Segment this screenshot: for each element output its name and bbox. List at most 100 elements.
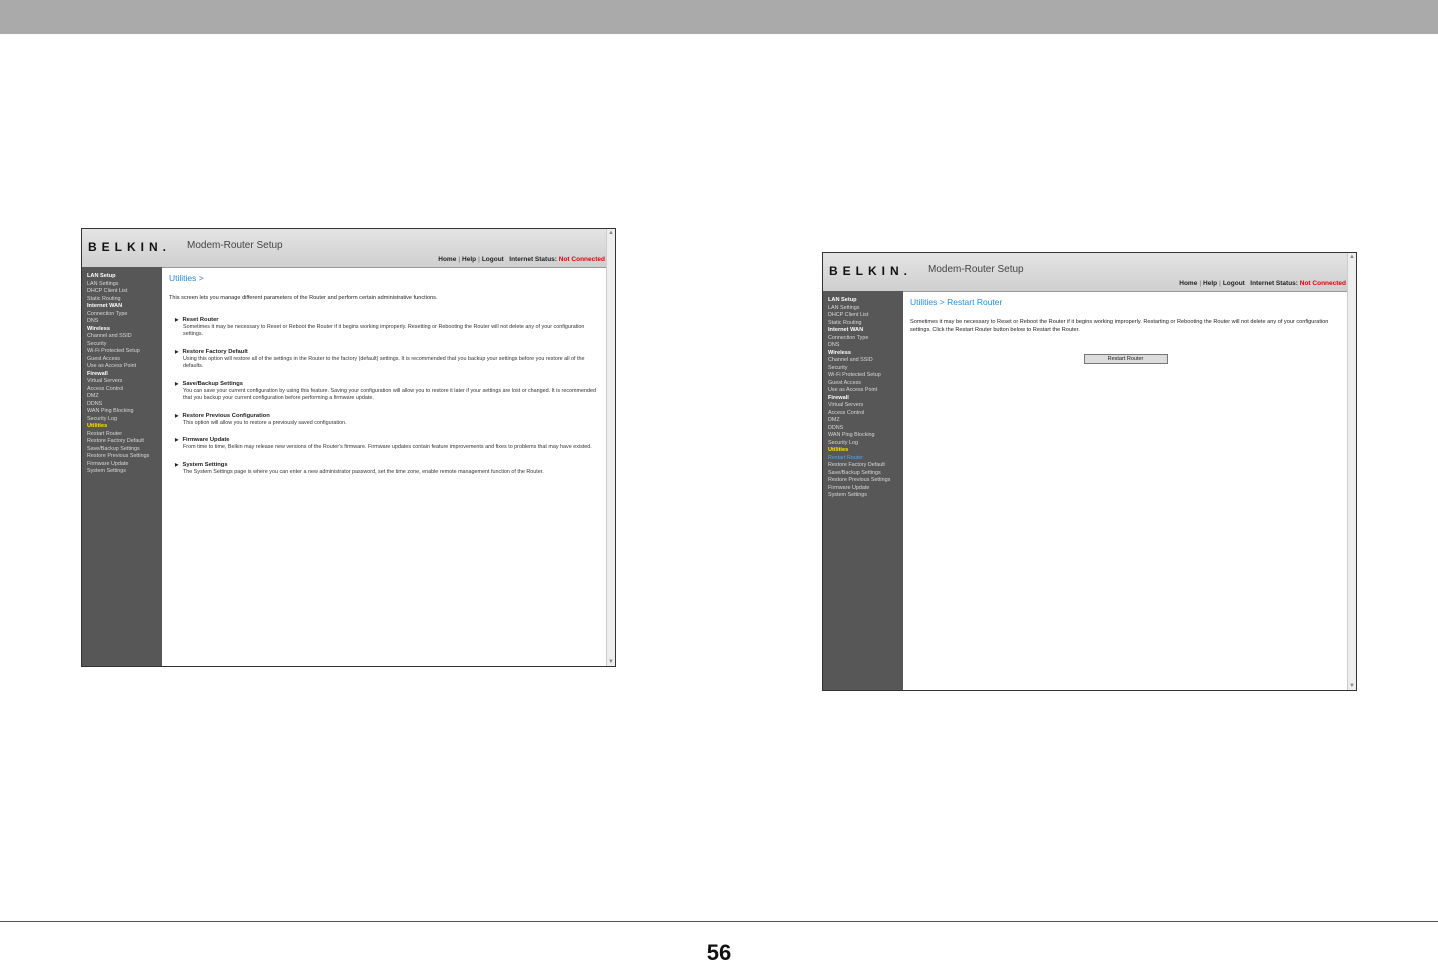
sidebar-item[interactable]: Channel and SSID — [828, 357, 903, 365]
sidebar-item[interactable]: Restore Previous Settings — [87, 453, 162, 461]
sidebar-item[interactable]: Security — [87, 341, 162, 349]
option-item: ▶ Firmware Update From time to time, Belki… — [175, 436, 600, 452]
internet-status-label: Internet Status: — [509, 256, 557, 263]
belkin-logo: BELKIN. — [88, 240, 171, 254]
main-content: Utilities > This screen lets you manage … — [162, 267, 607, 666]
help-link[interactable]: Help — [462, 256, 476, 263]
bullet-icon: ▶ — [175, 412, 179, 418]
sidebar-item[interactable]: Guest Access — [828, 380, 903, 388]
sidebar-item[interactable]: LAN Settings — [828, 305, 903, 313]
scroll-down-icon[interactable]: ▼ — [1348, 682, 1356, 690]
sidebar-item[interactable]: Restore Previous Settings — [828, 477, 903, 485]
option-description: Sometimes it may be necessary to Reset o… — [183, 323, 585, 338]
sidebar-item[interactable]: Restart Router — [828, 455, 903, 463]
sidebar-item[interactable]: WAN Ping Blocking — [828, 432, 903, 440]
sidebar-item[interactable]: Access Control — [828, 410, 903, 418]
sidebar-item[interactable]: Firmware Update — [828, 485, 903, 493]
sidebar-item[interactable]: Use as Access Point — [828, 387, 903, 395]
top-nav: Home | Help | Logout Internet Status: Not Co… — [1179, 280, 1346, 287]
sidebar-item[interactable]: Virtual Servers — [87, 378, 162, 386]
sidebar-item[interactable]: DHCP Client List — [828, 312, 903, 320]
option-title-text: Restore Factory Default — [182, 348, 248, 355]
sidebar-item[interactable]: Firmware Update — [87, 461, 162, 469]
sidebar-item[interactable]: Security Log — [828, 440, 903, 448]
scroll-up-icon[interactable]: ▲ — [1348, 253, 1356, 261]
option-title-text: Firmware Update — [182, 437, 230, 443]
internet-status-value: Not Connected — [558, 256, 605, 263]
sidebar-item[interactable]: System Settings — [87, 468, 162, 476]
option-title[interactable]: ▶ Restore Factory Default — [175, 348, 600, 356]
scroll-down-icon[interactable]: ▼ — [607, 658, 615, 666]
sidebar-item[interactable]: Save/Backup Settings — [87, 446, 162, 454]
app-title: Modem-Router Setup — [928, 264, 1024, 275]
option-description: From time to time, Belkin may release ne… — [183, 444, 592, 450]
options-list: ▶ Reset Router Sometimes it may be necessa… — [169, 316, 600, 477]
option-title[interactable]: ▶ System Settings — [175, 461, 600, 469]
sidebar-section: Internet WAN — [87, 303, 123, 309]
bullet-icon: ▶ — [175, 437, 179, 442]
sidebar-item[interactable]: Static Routing — [828, 320, 903, 328]
logout-link[interactable]: Logout — [1223, 280, 1245, 287]
scroll-up-icon[interactable]: ▲ — [607, 229, 615, 237]
option-description: You can save your current configuration … — [183, 387, 596, 402]
sidebar-item[interactable]: LAN Settings — [87, 281, 162, 289]
help-link[interactable]: Help — [1203, 280, 1217, 287]
sidebar-item[interactable]: DDNS — [87, 401, 162, 409]
sidebar-section: LAN Setup — [828, 297, 857, 303]
internet-status-value: Not Connected — [1299, 280, 1346, 287]
internet-status-label: Internet Status: — [1250, 280, 1298, 287]
logout-link[interactable]: Logout — [482, 256, 504, 263]
sidebar-item[interactable]: DNS — [828, 342, 903, 350]
sidebar-item[interactable]: Security — [828, 365, 903, 373]
sidebar-section: Wireless — [828, 349, 851, 356]
option-item: ▶ Save/Backup Settings You can save your c… — [175, 380, 600, 403]
sidebar-item[interactable]: DHCP Client List — [87, 288, 162, 296]
restart-router-button[interactable]: Restart Router — [1083, 354, 1168, 364]
option-title[interactable]: ▶ Firmware Update — [175, 436, 600, 444]
router-header: BELKIN. Modem-Router Setup Home | Help | Log… — [823, 253, 1356, 292]
scrollbar[interactable]: ▲ ▼ — [606, 229, 615, 666]
bullet-icon: ▶ — [175, 461, 179, 467]
sidebar-item[interactable]: DDNS — [828, 425, 903, 433]
main-content: Utilities > Restart Router Sometimes it … — [903, 291, 1348, 690]
scrollbar[interactable]: ▲ ▼ — [1347, 253, 1356, 690]
sidebar-item[interactable]: Virtual Servers — [828, 402, 903, 410]
intro-text: Sometimes it may be necessary to Reset o… — [910, 319, 1329, 333]
option-title[interactable]: ▶ Save/Backup Settings — [175, 380, 600, 388]
sidebar-item[interactable]: Guest Access — [87, 356, 162, 364]
sidebar-item[interactable]: Use as Access Point — [87, 363, 162, 371]
home-link[interactable]: Home — [438, 256, 456, 263]
sidebar-item[interactable]: Wi-Fi Protected Setup — [828, 372, 903, 380]
sidebar-item[interactable]: Security Log — [87, 416, 162, 424]
home-link[interactable]: Home — [1179, 280, 1197, 287]
sidebar-item[interactable]: Connection Type — [828, 335, 903, 343]
option-description: This option will allow you to restore a … — [183, 419, 347, 426]
option-title-text: System Settings — [182, 461, 228, 468]
sidebar-item[interactable]: Connection Type — [87, 311, 162, 319]
intro-text: This screen lets you manage different pa… — [169, 295, 438, 301]
sidebar-item[interactable]: Save/Backup Settings — [828, 470, 903, 478]
bottom-rule — [0, 921, 1438, 922]
option-title[interactable]: ▶ Restore Previous Configuration — [175, 412, 600, 420]
sidebar-item[interactable]: Restore Factory Default — [87, 438, 162, 446]
sidebar-section: Firewall — [87, 370, 108, 377]
sidebar-item[interactable]: Wi-Fi Protected Setup — [87, 348, 162, 356]
sidebar-item[interactable]: Access Control — [87, 386, 162, 394]
sidebar-item[interactable]: System Settings — [828, 492, 903, 500]
sidebar-item[interactable]: Static Routing — [87, 296, 162, 304]
option-title-text: Reset Router — [182, 316, 219, 323]
sidebar-item[interactable]: DMZ — [87, 393, 162, 401]
app-title: Modem-Router Setup — [187, 240, 283, 251]
sidebar-item[interactable]: DNS — [87, 318, 162, 326]
option-description: The System Settings page is where you ca… — [183, 468, 544, 475]
sidebar-section: Firewall — [828, 394, 849, 401]
belkin-logo: BELKIN. — [829, 264, 912, 278]
option-title[interactable]: ▶ Reset Router — [175, 316, 600, 324]
top-nav: Home | Help | Logout Internet Status: Not Co… — [438, 256, 605, 263]
sidebar-item[interactable]: WAN Ping Blocking — [87, 408, 162, 416]
option-title-text: Restore Previous Configuration — [182, 412, 270, 419]
sidebar-item[interactable]: Restore Factory Default — [828, 462, 903, 470]
sidebar-item[interactable]: DMZ — [828, 417, 903, 425]
sidebar-item[interactable]: Channel and SSID — [87, 333, 162, 341]
sidebar-item[interactable]: Restart Router — [87, 431, 162, 439]
